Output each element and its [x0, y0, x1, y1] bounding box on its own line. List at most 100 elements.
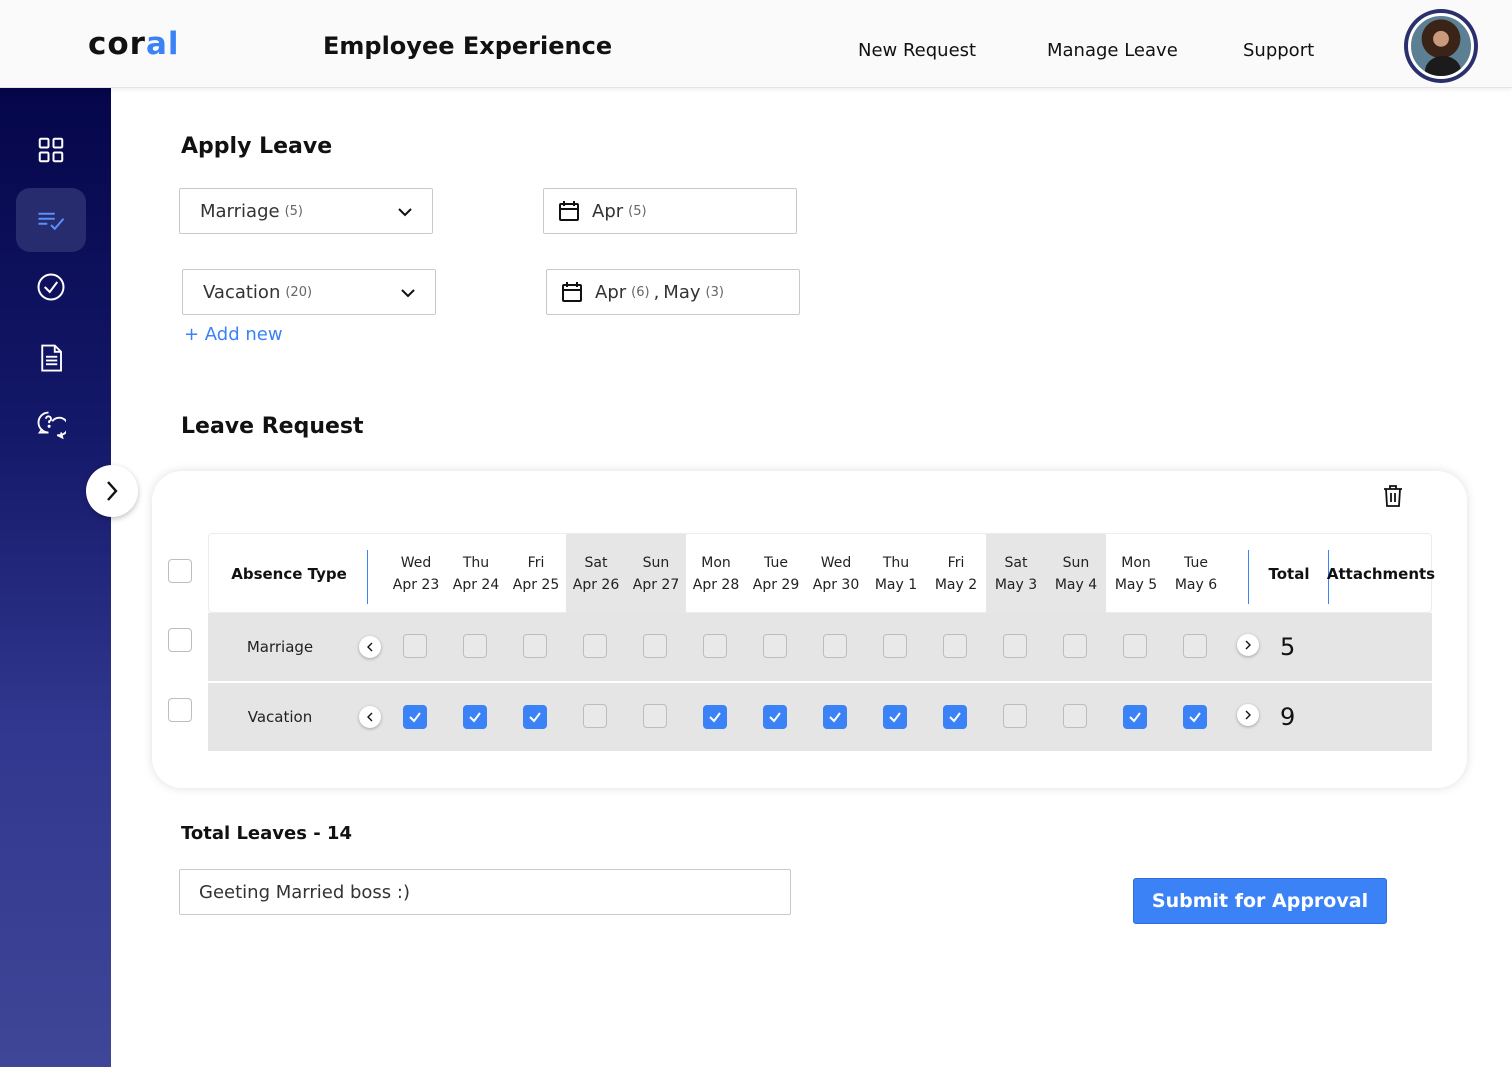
add-new-leave-link[interactable]: + Add new	[184, 324, 283, 345]
chevron-right-icon	[1245, 710, 1251, 720]
chevron-left-icon	[367, 642, 373, 652]
day-checkbox[interactable]	[1123, 705, 1147, 729]
leave-type-label: Vacation	[203, 281, 281, 303]
table-row-vacation: Vacation 9	[208, 683, 1432, 751]
sidebar-item-leave-requests[interactable]	[16, 188, 86, 252]
submit-for-approval-button[interactable]: Submit for Approval	[1133, 878, 1387, 924]
checkmark-icon	[829, 712, 841, 723]
day-date: Apr 24	[452, 577, 500, 593]
day-checkbox[interactable]	[583, 704, 607, 728]
checkmark-icon	[409, 712, 421, 723]
select-all-checkbox[interactable]	[168, 559, 192, 583]
leave-reason-input[interactable]	[179, 869, 791, 915]
day-checkbox[interactable]	[1003, 704, 1027, 728]
day-checkbox[interactable]	[703, 705, 727, 729]
day-checkbox[interactable]	[883, 634, 907, 658]
checkmark-icon	[1129, 712, 1141, 723]
day-checkbox[interactable]	[403, 634, 427, 658]
day-checkbox[interactable]	[943, 634, 967, 658]
column-header-day: Sun May 4	[1046, 534, 1106, 614]
day-checkbox[interactable]	[883, 705, 907, 729]
day-checkbox[interactable]	[403, 705, 427, 729]
column-header-day: Fri Apr 25	[506, 534, 566, 614]
column-divider	[367, 550, 368, 604]
day-checkbox[interactable]	[1183, 634, 1207, 658]
day-of-week: Mon	[1121, 555, 1151, 571]
day-checkbox[interactable]	[523, 634, 547, 658]
leave-type-select-vacation[interactable]: Vacation (20)	[182, 269, 436, 315]
day-checkbox[interactable]	[1183, 705, 1207, 729]
nav-new-request[interactable]: New Request	[858, 40, 976, 61]
day-checkbox[interactable]	[523, 705, 547, 729]
checkmark-icon	[769, 712, 781, 723]
column-header-day: Sat May 3	[986, 534, 1046, 614]
scroll-right-button[interactable]	[1237, 634, 1259, 656]
scroll-left-button[interactable]	[359, 636, 381, 658]
user-avatar[interactable]	[1404, 9, 1478, 83]
logo-accent: al	[145, 26, 180, 62]
column-header-day: Sun Apr 27	[626, 534, 686, 614]
sidebar-expand-button[interactable]	[86, 465, 138, 517]
day-checkbox[interactable]	[583, 634, 607, 658]
day-checkbox[interactable]	[823, 634, 847, 658]
day-checkbox[interactable]	[643, 704, 667, 728]
day-of-week: Sat	[1004, 555, 1028, 571]
day-checkbox[interactable]	[1063, 704, 1087, 728]
calendar-icon	[562, 282, 582, 302]
check-circle-icon	[37, 273, 65, 301]
day-checkbox[interactable]	[643, 634, 667, 658]
sidebar-item-documents[interactable]	[16, 326, 86, 390]
nav-manage-leave[interactable]: Manage Leave	[1047, 40, 1178, 61]
day-checkbox[interactable]	[1123, 634, 1147, 658]
column-header-day: Tue May 6	[1166, 534, 1226, 614]
column-header-absence-type: Absence Type	[231, 565, 347, 583]
day-date: Apr 26	[572, 577, 620, 593]
scroll-right-button[interactable]	[1237, 704, 1259, 726]
day-of-week: Thu	[462, 555, 490, 571]
day-date: May 1	[874, 577, 918, 593]
leave-request-card: Absence Type Total Attachments Wed Apr 23…	[152, 471, 1467, 788]
dashboard-grid-icon	[38, 137, 64, 163]
day-date: May 2	[934, 577, 978, 593]
trash-icon[interactable]	[1382, 484, 1404, 508]
day-checkbox[interactable]	[943, 705, 967, 729]
row-checkbox-marriage[interactable]	[168, 628, 192, 652]
day-checkbox[interactable]	[763, 705, 787, 729]
column-header-day: Tue Apr 29	[746, 534, 806, 614]
day-checkbox[interactable]	[763, 634, 787, 658]
sidebar-item-dashboard[interactable]	[16, 118, 86, 182]
day-date: May 5	[1114, 577, 1158, 593]
sidebar-item-help[interactable]	[16, 393, 86, 457]
day-checkbox[interactable]	[823, 705, 847, 729]
day-checkbox[interactable]	[703, 634, 727, 658]
table-row-marriage: Marriage 5	[208, 613, 1432, 681]
chat-help-icon	[37, 411, 66, 440]
scroll-left-button[interactable]	[359, 706, 381, 728]
day-date: Apr 29	[752, 577, 800, 593]
day-date: Apr 30	[812, 577, 860, 593]
sidebar-item-approvals[interactable]	[16, 255, 86, 319]
coral-logo[interactable]: coral	[88, 26, 180, 62]
day-checkbox[interactable]	[1003, 634, 1027, 658]
day-of-week: Thu	[882, 555, 910, 571]
apply-leave-title: Apply Leave	[181, 134, 333, 159]
date-range-field-marriage[interactable]: Apr (5)	[543, 188, 797, 234]
row-checkbox-vacation[interactable]	[168, 698, 192, 722]
leave-type-balance: (20)	[285, 284, 313, 300]
document-icon	[41, 344, 62, 372]
day-date: May 4	[1054, 577, 1098, 593]
column-header-day: Fri May 2	[926, 534, 986, 614]
date-count-1: (5)	[628, 203, 647, 219]
total-leaves-summary: Total Leaves - 14	[181, 823, 352, 844]
day-checkbox[interactable]	[463, 705, 487, 729]
day-of-week: Sun	[642, 555, 670, 571]
nav-support[interactable]: Support	[1243, 40, 1314, 61]
leave-type-select-marriage[interactable]: Marriage (5)	[179, 188, 433, 234]
day-checkbox[interactable]	[463, 634, 487, 658]
column-header-total: Total	[1268, 565, 1310, 583]
top-header: coral Employee Experience New Request Ma…	[0, 0, 1512, 88]
checkmark-icon	[469, 712, 481, 723]
date-range-field-vacation[interactable]: Apr (6) , May (3)	[546, 269, 800, 315]
date-count-1: (6)	[631, 284, 650, 300]
day-checkbox[interactable]	[1063, 634, 1087, 658]
